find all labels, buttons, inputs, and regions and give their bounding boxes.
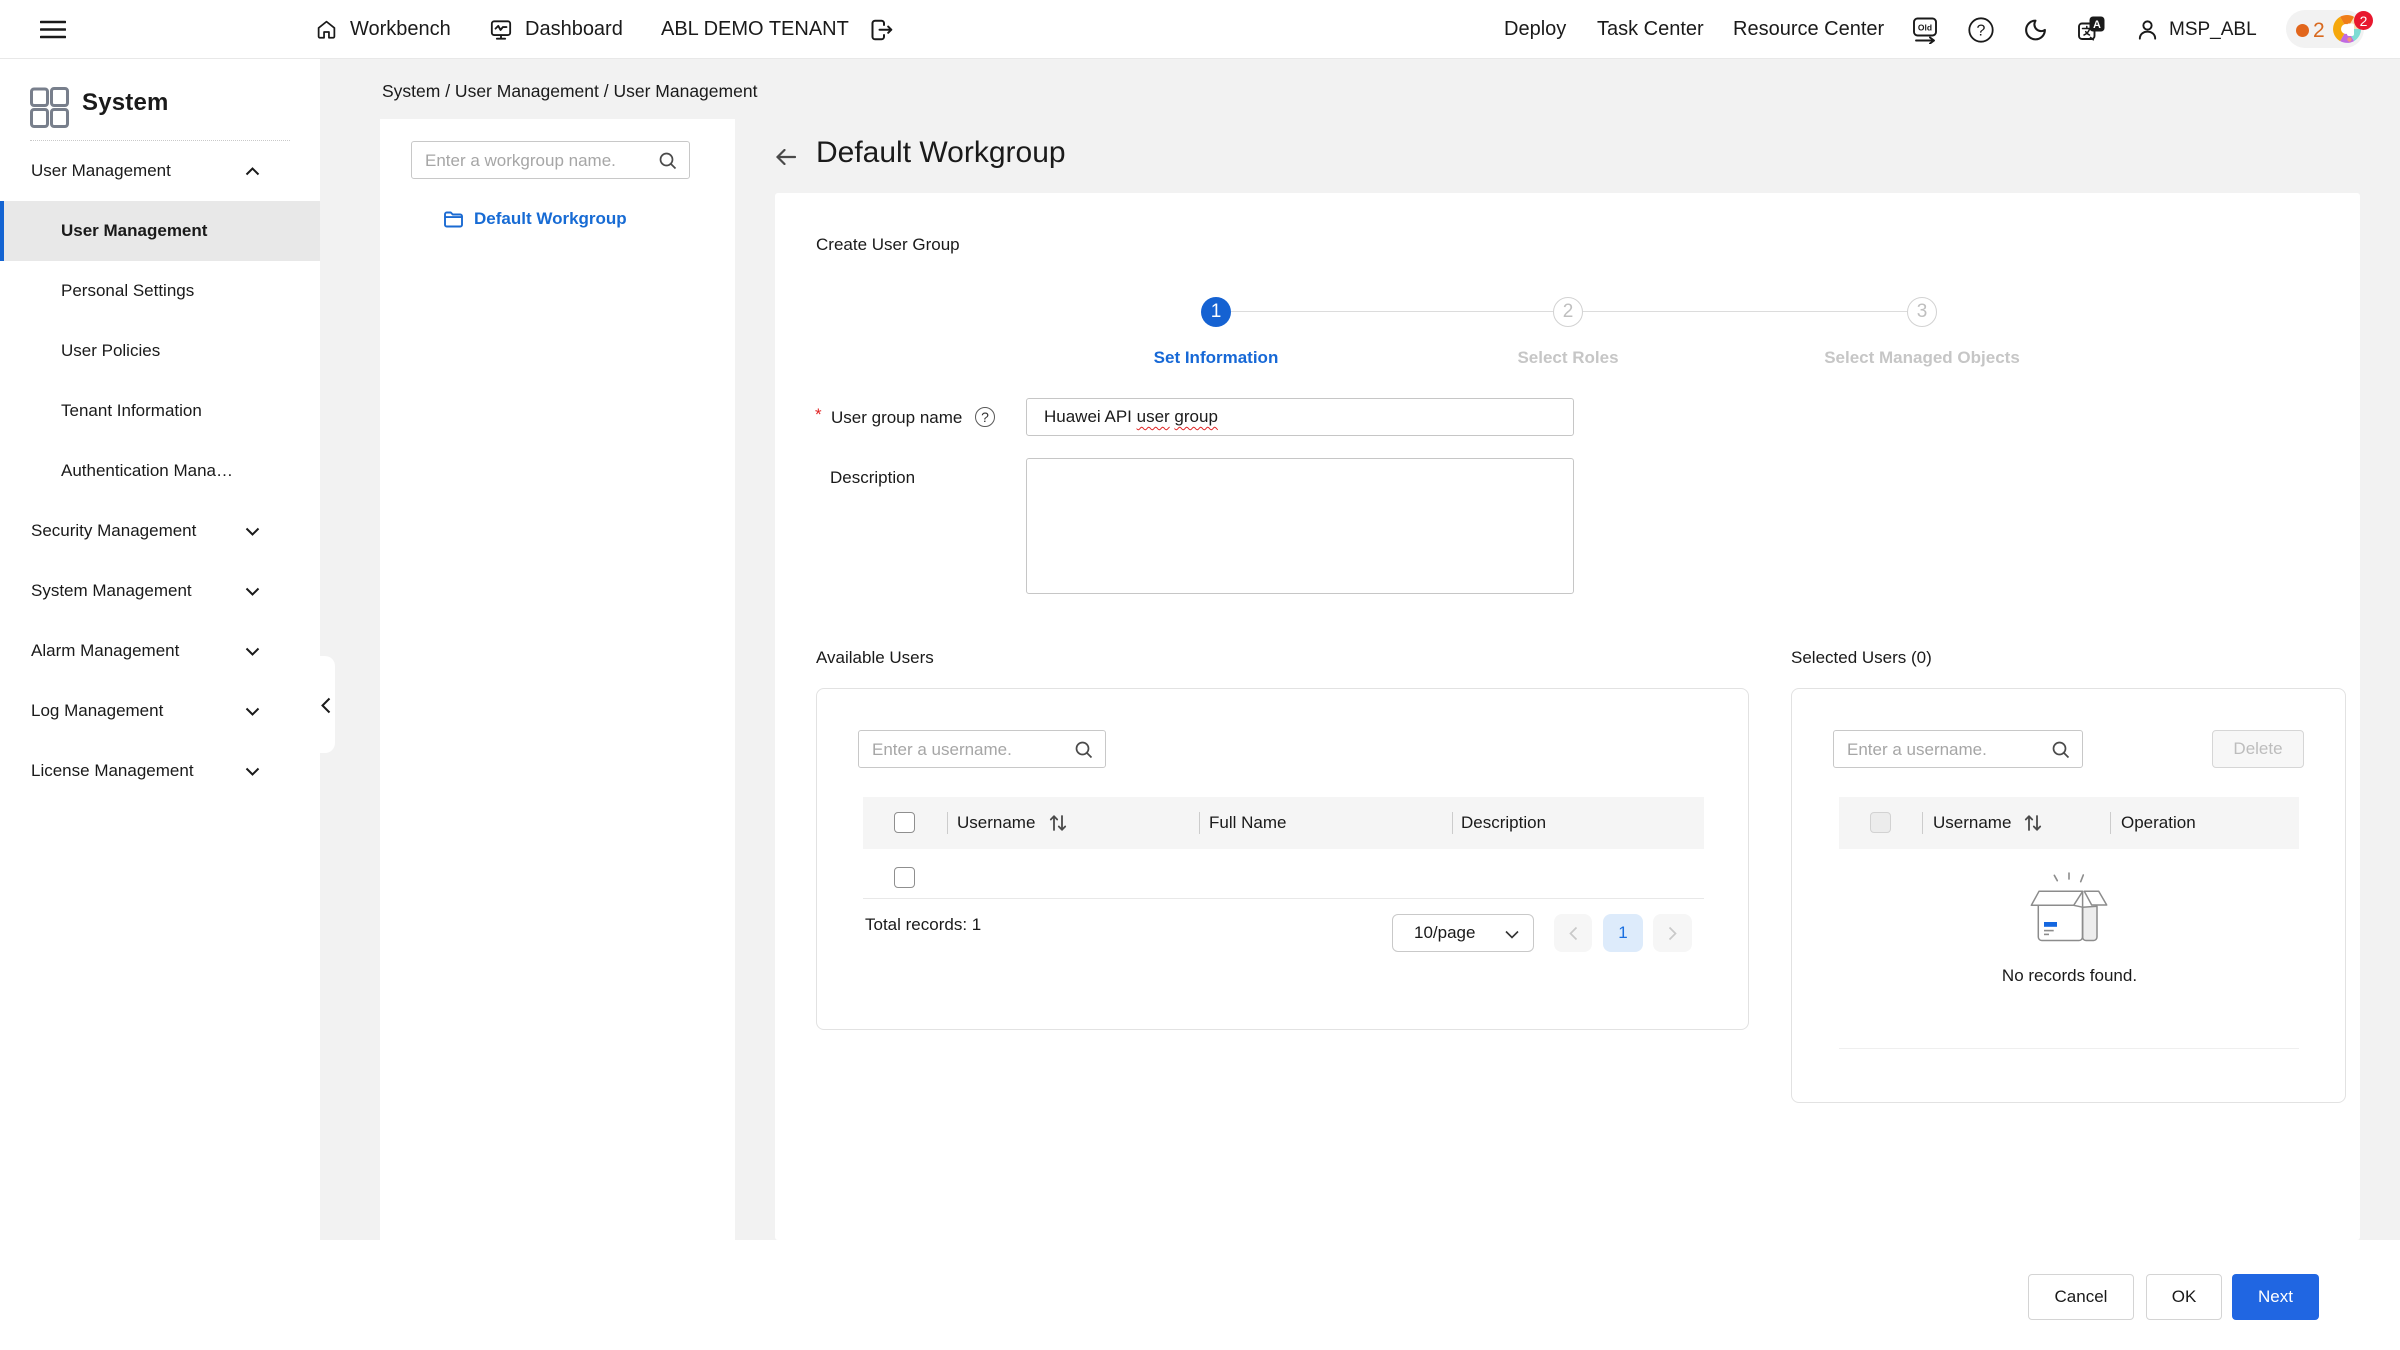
svg-text:?: ? <box>1977 22 1986 39</box>
svg-text:Old: Old <box>1918 23 1932 33</box>
svg-text:A: A <box>2093 19 2101 31</box>
